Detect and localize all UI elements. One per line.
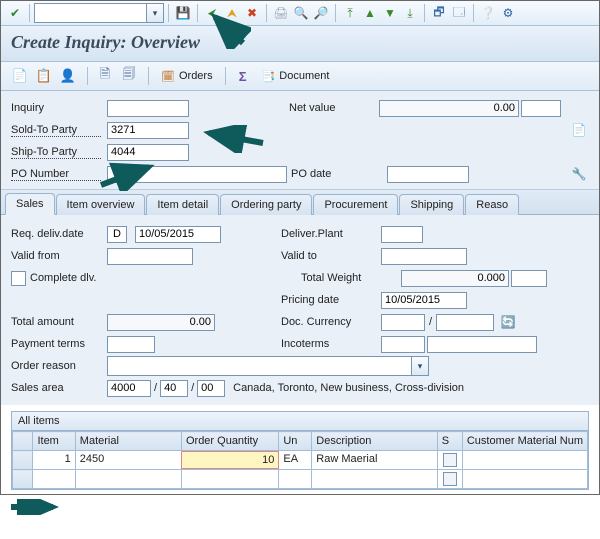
tab-reason[interactable]: Reaso	[465, 194, 519, 215]
back-icon[interactable]: ⮜	[202, 3, 222, 23]
soldto-label[interactable]: Sold-To Party	[11, 124, 101, 137]
shipto-label[interactable]: Ship-To Party	[11, 146, 101, 159]
sum-icon[interactable]: Σ	[232, 66, 254, 86]
doccur-rate-a-input[interactable]	[436, 314, 494, 331]
inquiry-label: Inquiry	[11, 102, 107, 114]
validto-input[interactable]	[381, 248, 467, 265]
salesarea-label: Sales area	[11, 382, 107, 394]
chevron-down-icon[interactable]: ▾	[146, 4, 163, 22]
reqdeliv-label: Req. deliv.date	[11, 228, 107, 240]
reqdeliv-date-input[interactable]	[135, 226, 221, 243]
col-material[interactable]: Material	[75, 432, 181, 451]
validfrom-label: Valid from	[11, 250, 107, 262]
document-button[interactable]: 📑 Document	[256, 66, 336, 86]
reqdeliv-type-input[interactable]	[107, 226, 127, 243]
totalweight-output	[401, 270, 509, 287]
save-icon[interactable]: 💾	[173, 3, 193, 23]
totalweight-label: Total Weight	[301, 272, 401, 284]
layout-icon[interactable]: 🗔	[449, 3, 469, 23]
item-config-icon[interactable]: 🗐	[118, 66, 140, 86]
tab-item-overview[interactable]: Item overview	[56, 194, 146, 215]
tab-shipping[interactable]: Shipping	[399, 194, 464, 215]
ponum-label[interactable]: PO Number	[11, 168, 101, 181]
podate-input[interactable]	[387, 166, 469, 183]
completedlv-label: Complete dlv.	[30, 272, 96, 284]
header-icon[interactable]: 📋	[33, 66, 55, 86]
customize-icon[interactable]: ⚙	[498, 3, 518, 23]
orderreason-select[interactable]: ▾	[107, 356, 429, 376]
col-item[interactable]: Item	[33, 432, 75, 451]
doccur-input[interactable]	[381, 314, 425, 331]
incoterms-label: Incoterms	[281, 338, 381, 350]
item-display-icon[interactable]: 🗎	[94, 66, 116, 86]
totalweight-unit-input[interactable]	[511, 270, 547, 287]
table-row[interactable]: 1 2450 10 EA Raw Maerial	[13, 451, 588, 470]
col-desc[interactable]: Description	[312, 432, 437, 451]
validfrom-input[interactable]	[107, 248, 193, 265]
orderreason-label: Order reason	[11, 360, 107, 372]
print-icon[interactable]: 🖨	[271, 3, 291, 23]
partner-icon[interactable]: 👤	[57, 66, 79, 86]
help-icon[interactable]: ❔	[478, 3, 498, 23]
payterms-input[interactable]	[107, 336, 155, 353]
col-s[interactable]: S	[437, 432, 462, 451]
col-custmat[interactable]: Customer Material Num	[462, 432, 587, 451]
netvalue-output	[379, 100, 519, 117]
pricingdate-input[interactable]	[381, 292, 467, 309]
table-row[interactable]	[13, 470, 588, 489]
completedlv-checkbox[interactable]	[11, 271, 26, 286]
shipto-input[interactable]	[107, 144, 189, 161]
next-page-icon[interactable]: ▼	[380, 3, 400, 23]
prev-page-icon[interactable]: ▲	[360, 3, 380, 23]
row-checkbox[interactable]	[443, 472, 457, 486]
command-field[interactable]: ▾	[34, 3, 164, 23]
netvalue-cur-input[interactable]	[521, 100, 561, 117]
row-checkbox[interactable]	[443, 453, 457, 467]
display-icon[interactable]: 📄	[9, 66, 31, 86]
inquiry-input[interactable]	[107, 100, 189, 117]
salesarea-text: Canada, Toronto, New business, Cross-div…	[233, 382, 464, 394]
totalamount-label: Total amount	[11, 316, 107, 328]
tab-ordering-party[interactable]: Ordering party	[220, 194, 312, 215]
exit-icon[interactable]: ⮝	[222, 3, 242, 23]
orders-button[interactable]: 🗓 Orders	[155, 66, 219, 86]
address-icon[interactable]: 📄	[569, 120, 589, 140]
col-qty[interactable]: Order Quantity	[181, 432, 278, 451]
validto-label: Valid to	[281, 250, 381, 262]
qty-input[interactable]: 10	[182, 452, 278, 468]
incoterms-a-input[interactable]	[381, 336, 425, 353]
tab-procurement[interactable]: Procurement	[313, 194, 398, 215]
items-title: All items	[12, 412, 588, 431]
page-title: Create Inquiry: Overview	[1, 26, 599, 62]
podate-label: PO date	[291, 168, 387, 180]
find-next-icon[interactable]: 🔎	[311, 3, 331, 23]
col-un[interactable]: Un	[279, 432, 312, 451]
first-page-icon[interactable]: ⤒	[340, 3, 360, 23]
deliverplant-label: Deliver.Plant	[281, 228, 381, 240]
soldto-input[interactable]	[107, 122, 189, 139]
salesarea-a-output	[107, 380, 151, 397]
refresh-icon[interactable]: 🔄	[498, 312, 518, 332]
pricingdate-label: Pricing date	[281, 294, 381, 306]
salesarea-c-output	[197, 380, 225, 397]
totalamount-output	[107, 314, 215, 331]
deliverplant-input[interactable]	[381, 226, 423, 243]
last-page-icon[interactable]: ⤓	[400, 3, 420, 23]
tab-item-detail[interactable]: Item detail	[146, 194, 219, 215]
ok-icon[interactable]: ✔	[5, 3, 25, 23]
find-icon[interactable]: 🔍	[291, 3, 311, 23]
payterms-label: Payment terms	[11, 338, 107, 350]
ponum-input[interactable]	[107, 166, 287, 183]
new-session-icon[interactable]: 🗗	[429, 3, 449, 23]
cancel-icon[interactable]: ✖	[242, 3, 262, 23]
netvalue-label: Net value	[289, 102, 379, 114]
config-icon[interactable]: 🔧	[569, 164, 589, 184]
salesarea-b-output	[160, 380, 188, 397]
doccur-label: Doc. Currency	[281, 316, 381, 328]
incoterms-b-input[interactable]	[427, 336, 537, 353]
tab-sales[interactable]: Sales	[5, 193, 55, 215]
chevron-down-icon[interactable]: ▾	[411, 357, 428, 375]
